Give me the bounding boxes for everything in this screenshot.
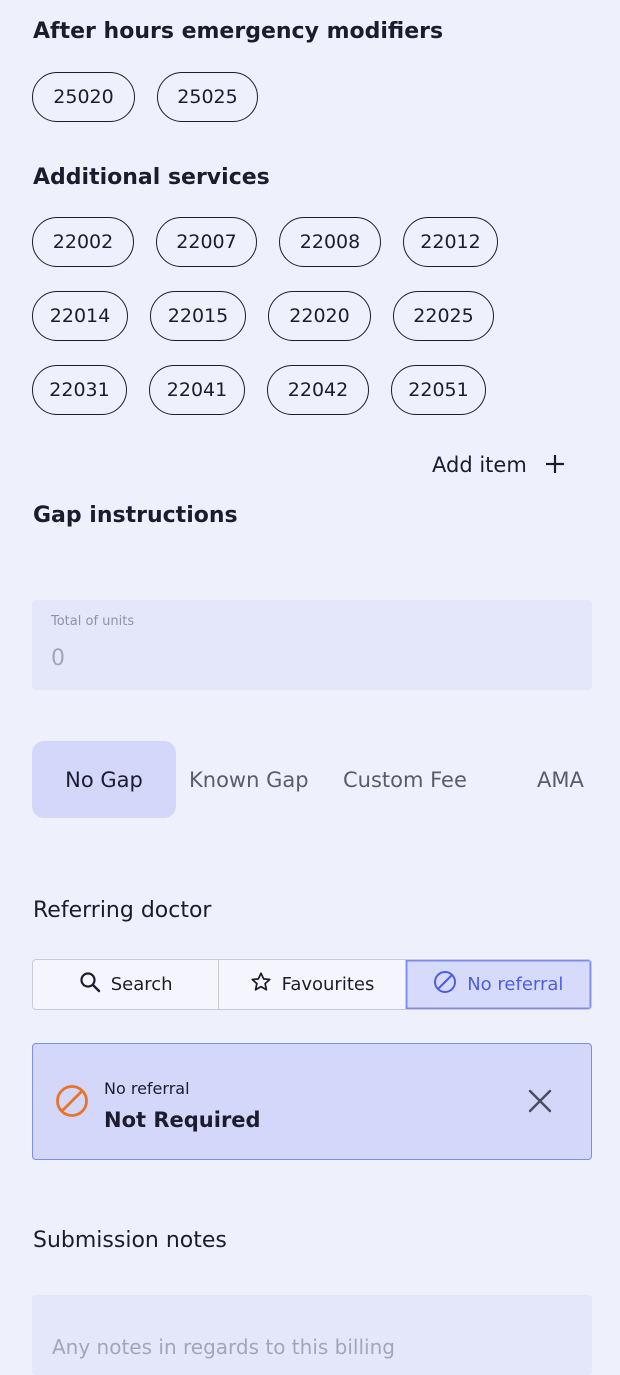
- chip-22008[interactable]: 22008: [279, 217, 381, 267]
- additional-services-title: Additional services: [33, 165, 270, 190]
- chip-25020[interactable]: 25020: [32, 72, 135, 122]
- chip-22041[interactable]: 22041: [149, 365, 245, 415]
- chip-22031[interactable]: 22031: [32, 365, 127, 415]
- referral-status-card: No referral Not Required: [32, 1043, 592, 1160]
- referral-segmented-control: Search Favourites No referral: [32, 959, 592, 1010]
- add-item-button[interactable]: Add item: [432, 448, 565, 482]
- additional-chips-row-3: 22031 22041 22042 22051: [32, 365, 486, 415]
- after-hours-title: After hours emergency modifiers: [33, 19, 444, 44]
- search-referral-button[interactable]: Search: [33, 960, 220, 1009]
- additional-chips-row-1: 22002 22007 22008 22012: [32, 217, 498, 267]
- referral-card-label: No referral: [104, 1079, 190, 1098]
- total-units-field[interactable]: Total of units 0: [32, 600, 592, 690]
- close-icon[interactable]: [527, 1088, 553, 1118]
- tab-custom-fee[interactable]: Custom Fee: [343, 741, 467, 818]
- submission-notes-placeholder: Any notes in regards to this billing: [52, 1335, 395, 1359]
- chip-22012[interactable]: 22012: [403, 217, 498, 267]
- favourites-label: Favourites: [281, 974, 375, 995]
- chip-22051[interactable]: 22051: [391, 365, 486, 415]
- chip-22042[interactable]: 22042: [267, 365, 369, 415]
- chip-22002[interactable]: 22002: [32, 217, 134, 267]
- referring-doctor-title: Referring doctor: [33, 898, 212, 923]
- star-icon: [250, 971, 272, 998]
- referral-card-value: Not Required: [104, 1108, 261, 1132]
- chip-25025[interactable]: 25025: [157, 72, 258, 122]
- total-units-label: Total of units: [51, 614, 135, 629]
- chip-22020[interactable]: 22020: [268, 291, 371, 341]
- add-item-label: Add item: [432, 453, 527, 477]
- tab-ama[interactable]: AMA: [537, 741, 584, 818]
- additional-chips-row-2: 22014 22015 22020 22025: [32, 291, 494, 341]
- favourites-button[interactable]: Favourites: [219, 960, 406, 1009]
- chip-22015[interactable]: 22015: [150, 291, 246, 341]
- after-hours-chips: 25020 25025: [32, 72, 258, 122]
- chip-22007[interactable]: 22007: [156, 217, 257, 267]
- search-label: Search: [110, 974, 173, 995]
- gap-instructions-title: Gap instructions: [33, 503, 238, 528]
- no-referral-button[interactable]: No referral: [405, 960, 591, 1009]
- submission-notes-title: Submission notes: [33, 1228, 227, 1253]
- prohibited-icon: [55, 1084, 89, 1122]
- prohibited-icon: [433, 970, 457, 999]
- total-units-value: 0: [51, 646, 65, 671]
- submission-notes-input[interactable]: Any notes in regards to this billing: [32, 1295, 592, 1375]
- tab-known-gap[interactable]: Known Gap: [189, 741, 309, 818]
- search-icon: [79, 971, 101, 998]
- no-referral-label: No referral: [467, 974, 564, 995]
- chip-22025[interactable]: 22025: [393, 291, 494, 341]
- gap-tabs: No Gap Known Gap Custom Fee AMA: [32, 741, 602, 818]
- tab-no-gap[interactable]: No Gap: [32, 741, 176, 818]
- plus-icon: [545, 451, 565, 479]
- chip-22014[interactable]: 22014: [32, 291, 128, 341]
